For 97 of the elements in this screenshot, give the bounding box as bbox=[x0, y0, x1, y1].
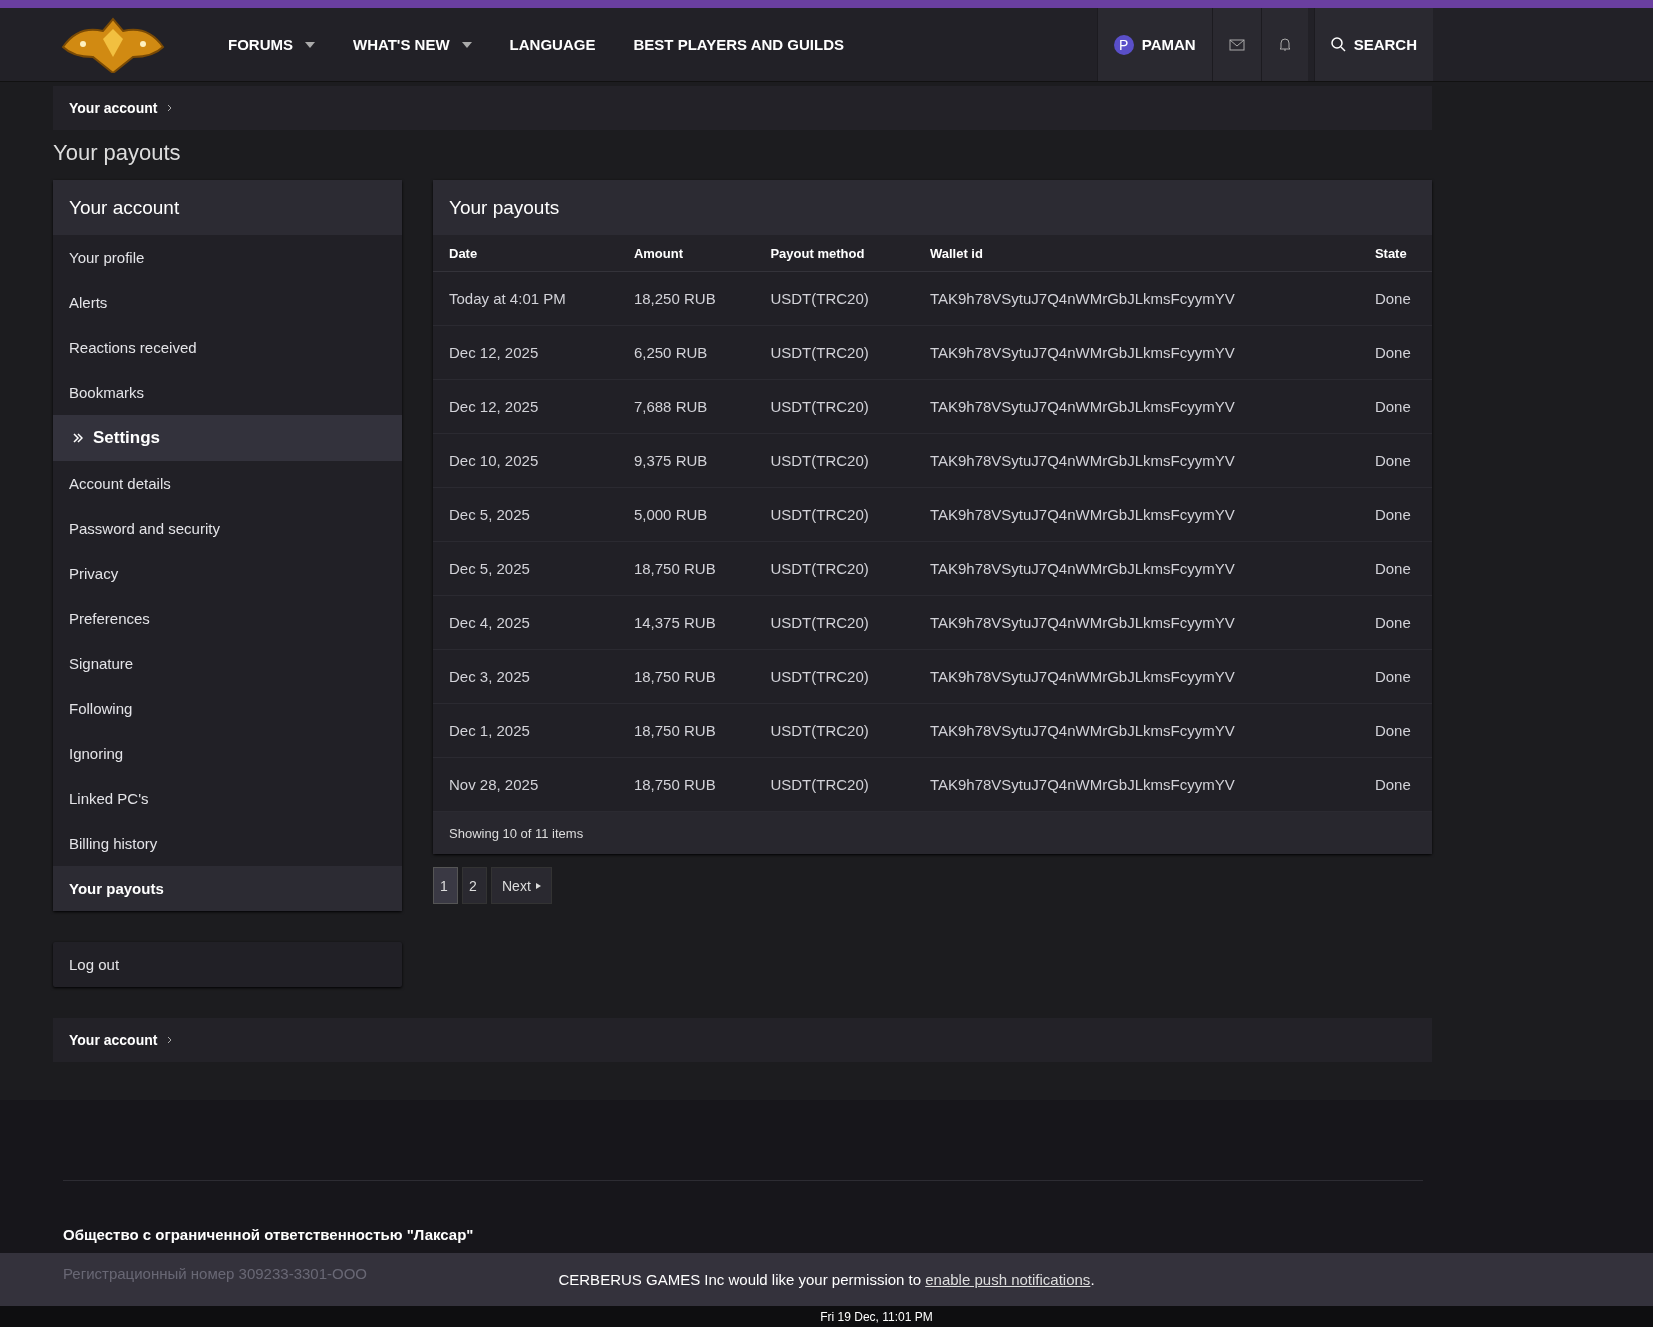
menu-item[interactable]: Billing history bbox=[53, 821, 402, 866]
next-button[interactable]: Next bbox=[491, 867, 552, 904]
search-icon bbox=[1330, 37, 1346, 52]
table-cell: 18,750 RUB bbox=[617, 649, 755, 704]
bell-icon bbox=[1277, 37, 1292, 52]
envelope-icon bbox=[1228, 38, 1245, 51]
company-name: Общество с ограниченной ответственностью "Лаксар" bbox=[63, 1226, 475, 1243]
menu-item[interactable]: Signature bbox=[53, 641, 402, 686]
table-cell: 14,375 RUB bbox=[617, 595, 755, 650]
table-cell: Dec 10, 2025 bbox=[433, 433, 618, 488]
table-cell: 7,688 RUB bbox=[617, 379, 755, 434]
table-cell: USDT(TRC20) bbox=[754, 325, 914, 380]
table-cell: 18,750 RUB bbox=[617, 541, 755, 596]
table-cell: Dec 5, 2025 bbox=[433, 487, 618, 542]
nav-item[interactable]: BEST PLAYERS AND GUILDS bbox=[633, 36, 845, 53]
table-cell: TAK9h78VSytuJ7Q4nWMrGbJLkmsFcyymYV bbox=[913, 379, 1359, 434]
table-cell: Done bbox=[1358, 757, 1432, 812]
menu-item[interactable]: Your payouts bbox=[53, 866, 402, 911]
table-cell: TAK9h78VSytuJ7Q4nWMrGbJLkmsFcyymYV bbox=[913, 271, 1359, 326]
triangle-icon bbox=[535, 882, 541, 889]
table-cell: USDT(TRC20) bbox=[754, 757, 914, 812]
table-cell: Done bbox=[1358, 271, 1432, 326]
table-cell: Dec 1, 2025 bbox=[433, 703, 618, 758]
table-cell: 5,000 RUB bbox=[617, 487, 755, 542]
table-cell: TAK9h78VSytuJ7Q4nWMrGbJLkmsFcyymYV bbox=[913, 433, 1359, 488]
chevron-icon bbox=[167, 1036, 174, 1044]
table-cell: USDT(TRC20) bbox=[754, 595, 914, 650]
breadcrumb-link[interactable]: Your account bbox=[69, 100, 158, 116]
table-cell: 18,750 RUB bbox=[617, 757, 755, 812]
menu-item[interactable]: Privacy bbox=[53, 551, 402, 596]
page-title: Your payouts bbox=[53, 140, 182, 166]
table-cell: Done bbox=[1358, 433, 1432, 488]
table-footer: Showing 10 of 11 items bbox=[433, 812, 1432, 854]
table-cell: USDT(TRC20) bbox=[754, 433, 914, 488]
table-cell: Done bbox=[1358, 649, 1432, 704]
table-cell: 18,250 RUB bbox=[617, 271, 755, 326]
menu-item[interactable]: Bookmarks bbox=[53, 370, 402, 415]
table-cell: Dec 4, 2025 bbox=[433, 595, 618, 650]
search-button[interactable]: SEARCH bbox=[1313, 8, 1433, 81]
menu-item[interactable]: Reactions received bbox=[53, 325, 402, 370]
page-button[interactable]: 1 bbox=[433, 867, 458, 904]
menu-item[interactable]: Account details bbox=[53, 461, 402, 506]
table-cell: Dec 12, 2025 bbox=[433, 379, 618, 434]
menu-item[interactable]: Password and security bbox=[53, 506, 402, 551]
menu-item[interactable]: Ignoring bbox=[53, 731, 402, 776]
breadcrumb-link[interactable]: Your account bbox=[69, 1032, 158, 1048]
table-cell: Dec 3, 2025 bbox=[433, 649, 618, 704]
nav-item[interactable]: LANGUAGE bbox=[509, 36, 596, 53]
table-cell: Done bbox=[1358, 379, 1432, 434]
table-cell: USDT(TRC20) bbox=[754, 271, 914, 326]
menu-item[interactable]: Your profile bbox=[53, 235, 402, 280]
table-cell: TAK9h78VSytuJ7Q4nWMrGbJLkmsFcyymYV bbox=[913, 757, 1359, 812]
table-cell: Today at 4:01 PM bbox=[433, 271, 618, 326]
menu-item[interactable]: Following bbox=[53, 686, 402, 731]
table-cell: USDT(TRC20) bbox=[754, 379, 914, 434]
table-cell: TAK9h78VSytuJ7Q4nWMrGbJLkmsFcyymYV bbox=[913, 595, 1359, 650]
registration-number: Регистрационный номер 309233-3301-ООО bbox=[63, 1265, 367, 1282]
table-cell: USDT(TRC20) bbox=[754, 487, 914, 542]
user-menu[interactable]: P PAMAN bbox=[1096, 8, 1212, 81]
table-cell: Done bbox=[1358, 595, 1432, 650]
menu-item[interactable]: Alerts bbox=[53, 280, 402, 325]
table-cell: USDT(TRC20) bbox=[754, 649, 914, 704]
table-cell: Dec 12, 2025 bbox=[433, 325, 618, 380]
menu-section[interactable]: Settings bbox=[53, 415, 402, 461]
table-cell: TAK9h78VSytuJ7Q4nWMrGbJLkmsFcyymYV bbox=[913, 487, 1359, 542]
panel-title: Your payouts bbox=[433, 180, 1432, 235]
menu-title: Your account bbox=[53, 180, 402, 235]
column-header: State bbox=[1358, 235, 1432, 272]
table-cell: Nov 28, 2025 bbox=[433, 757, 618, 812]
notification-text: CERBERUS GAMES Inc would like your permission to enable push notifications. bbox=[558, 1271, 1095, 1288]
table-cell: Done bbox=[1358, 325, 1432, 380]
double-chevron-icon bbox=[73, 433, 83, 443]
logout-link[interactable]: Log out bbox=[53, 942, 402, 987]
table-cell: Done bbox=[1358, 541, 1432, 596]
menu-item[interactable]: Linked PC's bbox=[53, 776, 402, 821]
menu-item[interactable]: Preferences bbox=[53, 596, 402, 641]
table-cell: TAK9h78VSytuJ7Q4nWMrGbJLkmsFcyymYV bbox=[913, 541, 1359, 596]
clock: Fri 19 Dec, 11:01 PM bbox=[820, 1309, 933, 1324]
table-cell: TAK9h78VSytuJ7Q4nWMrGbJLkmsFcyymYV bbox=[913, 325, 1359, 380]
nav-item[interactable]: WHAT'S NEW bbox=[353, 36, 472, 53]
table-cell: Done bbox=[1358, 703, 1432, 758]
inbox-button[interactable] bbox=[1211, 8, 1261, 81]
table-cell: USDT(TRC20) bbox=[754, 703, 914, 758]
table-cell: TAK9h78VSytuJ7Q4nWMrGbJLkmsFcyymYV bbox=[913, 649, 1359, 704]
page-button[interactable]: 2 bbox=[462, 867, 487, 904]
chevron-icon bbox=[167, 104, 174, 112]
table-cell: 6,250 RUB bbox=[617, 325, 755, 380]
column-header: Date bbox=[433, 235, 618, 272]
avatar-initial: P bbox=[1113, 34, 1134, 55]
table-cell: USDT(TRC20) bbox=[754, 541, 914, 596]
table-cell: TAK9h78VSytuJ7Q4nWMrGbJLkmsFcyymYV bbox=[913, 703, 1359, 758]
table-cell: 9,375 RUB bbox=[617, 433, 755, 488]
table-cell: 18,750 RUB bbox=[617, 703, 755, 758]
table-cell: Dec 5, 2025 bbox=[433, 541, 618, 596]
notification-link[interactable]: enable push notifications bbox=[925, 1271, 1091, 1288]
table-cell: Done bbox=[1358, 487, 1432, 542]
nav-item[interactable]: FORUMS bbox=[228, 36, 315, 53]
